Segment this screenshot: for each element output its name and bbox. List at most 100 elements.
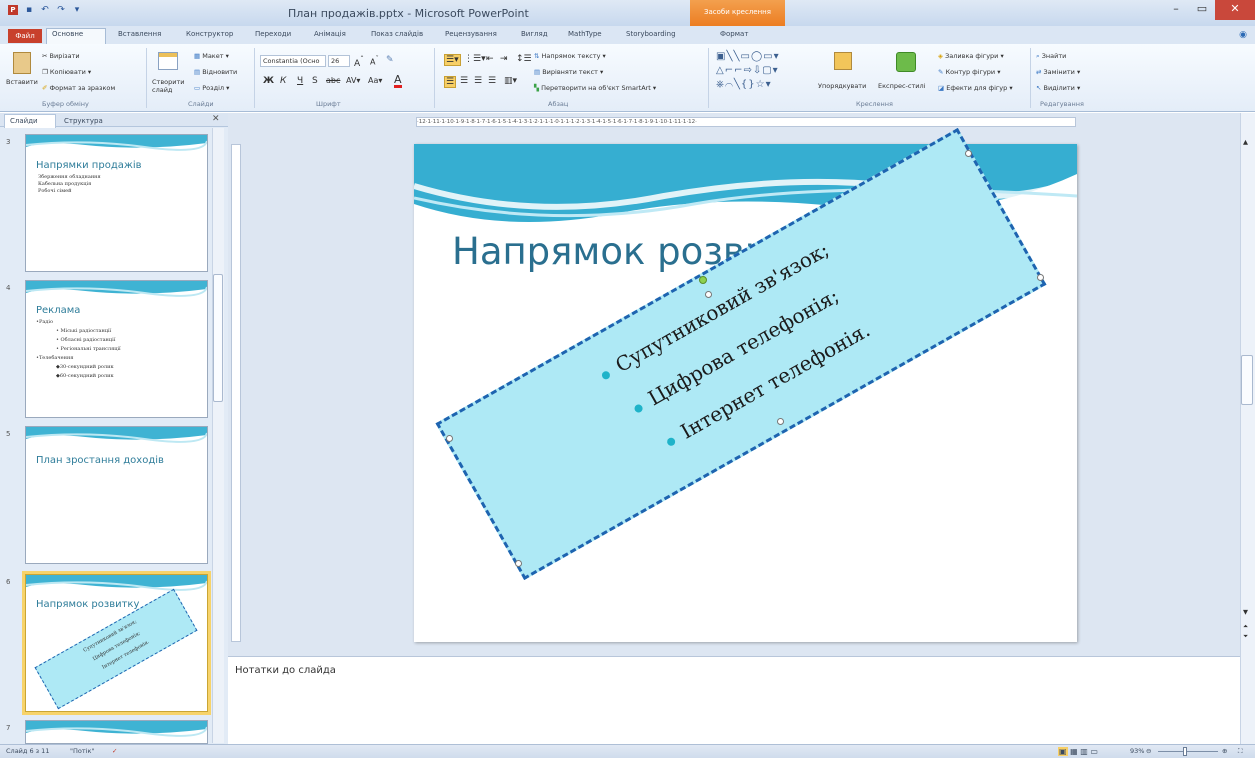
decrease-indent-icon[interactable]: ⇤ <box>486 54 494 64</box>
quick-styles-button[interactable]: Експрес-стилі <box>878 82 925 90</box>
increase-indent-icon[interactable]: ⇥ <box>500 54 508 64</box>
normal-view-icon[interactable]: ▣ <box>1058 747 1068 756</box>
new-slide-button[interactable]: Створити слайд <box>152 78 188 94</box>
select-button[interactable]: ↖ Виділити ▾ <box>1036 84 1080 92</box>
shape-outline-button[interactable]: ✎ Контур фігури ▾ <box>938 68 1001 76</box>
find-button[interactable]: ⌕ Знайти <box>1036 52 1066 61</box>
replace-button[interactable]: ⇄ Замінити ▾ <box>1036 68 1080 76</box>
scroll-down-icon[interactable]: ▼ <box>1243 608 1248 616</box>
paste-icon[interactable] <box>13 52 31 74</box>
tab-home[interactable]: Основне <box>52 30 83 38</box>
resize-handle[interactable] <box>777 418 784 425</box>
underline-icon[interactable]: Ч <box>297 76 303 86</box>
align-left-icon[interactable]: ☰ <box>444 76 457 88</box>
convert-smartart-button[interactable]: ▚ Перетворити на об'єкт SmartArt ▾ <box>534 84 656 92</box>
zoom-slider[interactable] <box>1158 751 1218 752</box>
tab-review[interactable]: Рецензування <box>445 30 497 38</box>
resize-handle[interactable] <box>965 150 972 157</box>
bullets-icon[interactable]: ☰▾ <box>444 54 461 66</box>
line-spacing-icon[interactable]: ↕☰ <box>516 54 532 64</box>
tab-animations[interactable]: Анімація <box>314 30 346 38</box>
maximize-icon[interactable]: ▭ <box>1189 0 1215 20</box>
quick-styles-icon[interactable] <box>896 52 916 72</box>
undo-icon[interactable]: ↶ <box>40 5 50 15</box>
tab-design[interactable]: Конструктор <box>186 30 233 38</box>
notes-placeholder[interactable]: Нотатки до слайда <box>235 665 336 676</box>
font-size-combobox[interactable]: 26 <box>328 55 350 67</box>
section-button[interactable]: ▭ Розділ ▾ <box>194 84 229 92</box>
font-name-combobox[interactable]: Constantia (Осно <box>260 55 326 67</box>
zoom-level[interactable]: 93% <box>1130 747 1144 755</box>
panel-scroll-thumb[interactable] <box>213 274 223 402</box>
notes-scrollbar[interactable] <box>1240 656 1255 744</box>
clear-formatting-icon[interactable]: ✎ <box>386 55 394 65</box>
zoom-out-icon[interactable]: ⊖ <box>1146 747 1151 755</box>
fit-to-window-icon[interactable]: ⛶ <box>1238 747 1243 756</box>
panel-scrollbar[interactable] <box>212 128 224 743</box>
font-color-icon[interactable]: A <box>394 74 402 88</box>
arrange-button[interactable]: Упорядкувати <box>818 82 866 90</box>
rotation-handle[interactable] <box>699 276 707 284</box>
tab-insert[interactable]: Вставлення <box>118 30 161 38</box>
spellcheck-icon[interactable]: ✓ <box>112 747 117 755</box>
paste-button[interactable]: Вставити <box>6 78 38 86</box>
copy-button[interactable]: ❐ Копіювати ▾ <box>42 68 91 76</box>
shape-fill-button[interactable]: ◈ Заливка фігури ▾ <box>938 52 1004 60</box>
previous-slide-icon[interactable]: ⏶ <box>1243 622 1248 631</box>
shadow-icon[interactable]: S <box>312 76 318 86</box>
shapes-gallery[interactable]: ▣╲╲▭◯▭▾ △⌐⌐⇨⇩▢▾ ⎈⌒╲{}☆▾ <box>716 50 812 92</box>
slide-thumbnail-selected[interactable]: Напрямок розвитку Супутниковий зв'язок; … <box>25 574 208 712</box>
cut-button[interactable]: ✂ Вирізати <box>42 52 80 60</box>
justify-icon[interactable]: ☰ <box>488 76 496 86</box>
slide-thumbnail[interactable]: Напрямки продажів Зберження обладнання К… <box>25 134 208 272</box>
align-center-icon[interactable]: ☰ <box>460 76 468 86</box>
numbering-icon[interactable]: ⋮☰▾ <box>464 54 486 64</box>
arrange-icon[interactable] <box>834 52 852 70</box>
tab-view[interactable]: Вигляд <box>521 30 548 38</box>
tab-storyboarding[interactable]: Storyboarding <box>626 30 676 38</box>
slide-thumbnail[interactable]: Реклама •Радіо • Міські радіостанції • О… <box>25 280 208 418</box>
align-text-button[interactable]: ▤ Вирівняти текст ▾ <box>534 68 603 76</box>
panel-close-icon[interactable]: ✕ <box>212 114 220 124</box>
editor-scroll-thumb[interactable] <box>1241 355 1253 405</box>
strikethrough-icon[interactable]: abc <box>326 76 340 85</box>
customize-toolbar-icon[interactable]: ▾ <box>72 5 82 15</box>
resize-handle[interactable] <box>446 435 453 442</box>
change-case-icon[interactable]: Aa▾ <box>368 76 382 85</box>
reset-button[interactable]: ▤ Відновити <box>194 68 237 76</box>
resize-handle[interactable] <box>515 560 522 567</box>
italic-icon[interactable]: К <box>280 76 286 86</box>
help-icon[interactable]: ◉ <box>1239 30 1247 40</box>
minimize-icon[interactable]: – <box>1163 0 1189 20</box>
notes-pane[interactable] <box>228 656 1240 744</box>
shrink-font-icon[interactable]: Aˇ <box>370 55 379 67</box>
resize-handle[interactable] <box>705 291 712 298</box>
resize-handle[interactable] <box>1037 274 1044 281</box>
zoom-slider-thumb[interactable] <box>1183 747 1187 756</box>
tab-format[interactable]: Формат <box>720 30 748 38</box>
columns-icon[interactable]: ▥▾ <box>504 76 517 86</box>
text-direction-button[interactable]: ⇅ Напрямок тексту ▾ <box>534 52 606 60</box>
powerpoint-app-icon[interactable]: P <box>8 5 18 15</box>
character-spacing-icon[interactable]: AV▾ <box>346 76 360 85</box>
align-right-icon[interactable]: ☰ <box>474 76 482 86</box>
tab-transitions[interactable]: Переходи <box>255 30 291 38</box>
slide-thumbnail[interactable] <box>25 720 208 744</box>
tab-slideshow[interactable]: Показ слайдів <box>371 30 423 38</box>
format-painter-button[interactable]: ✐ Формат за зразком <box>42 84 115 92</box>
new-slide-icon[interactable] <box>158 52 178 70</box>
slide-thumbnail[interactable]: План зростання доходів <box>25 426 208 564</box>
slide-sorter-icon[interactable]: ▦ <box>1070 747 1078 756</box>
redo-icon[interactable]: ↷ <box>56 5 66 15</box>
layout-button[interactable]: ▦ Макет ▾ <box>194 52 229 60</box>
bold-icon[interactable]: Ж <box>263 76 274 86</box>
tab-outline[interactable]: Структура <box>64 117 103 125</box>
reading-view-icon[interactable]: ▥ <box>1080 747 1088 756</box>
scroll-up-icon[interactable]: ▲ <box>1243 138 1248 146</box>
zoom-in-icon[interactable]: ⊕ <box>1222 747 1227 755</box>
slideshow-icon[interactable]: ▭ <box>1090 747 1098 756</box>
save-icon[interactable]: ▪ <box>24 5 34 15</box>
view-buttons[interactable]: ▣ ▦ ▥ ▭ <box>1058 747 1098 756</box>
shape-effects-button[interactable]: ◪ Ефекти для фігур ▾ <box>938 84 1013 92</box>
next-slide-icon[interactable]: ⏷ <box>1243 632 1248 641</box>
